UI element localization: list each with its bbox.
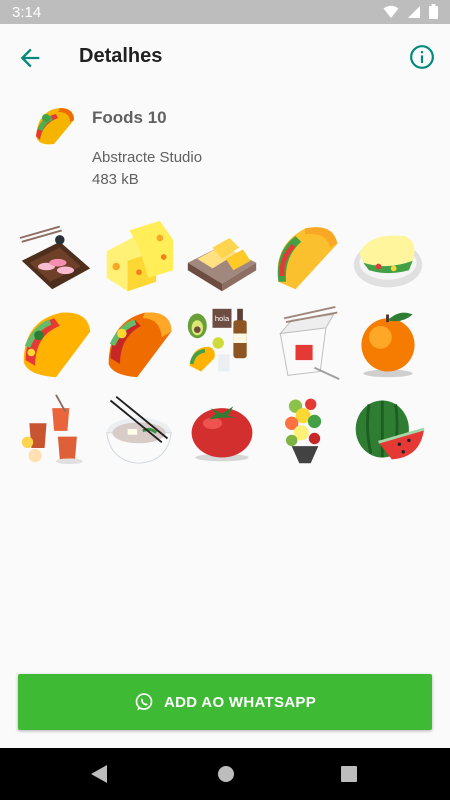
arrow-back-icon[interactable] (16, 44, 44, 72)
sticker-sushi-board[interactable] (17, 218, 95, 296)
sticker-food-bouquet[interactable] (266, 390, 344, 468)
app-bar: Detalhes (0, 24, 450, 88)
sticker-cheese-pieces[interactable] (100, 218, 178, 296)
taco-sticker-icon (36, 108, 74, 145)
sticker-tea-glasses[interactable] (17, 390, 95, 468)
add-button-label: ADD AO WHATSAPP (164, 693, 316, 711)
pack-header: Foods 10 Abstracte Studio 483 kB (0, 96, 450, 196)
nav-back-icon[interactable] (90, 764, 108, 784)
sticker-taco-decorated[interactable] (100, 304, 178, 382)
svg-text:hola: hola (215, 314, 230, 323)
sticker-orange[interactable] (349, 304, 427, 382)
sticker-tomato[interactable] (183, 390, 261, 468)
navigation-bar (0, 748, 450, 800)
nav-recents-icon[interactable] (341, 766, 357, 782)
sticker-mexican-food-collage[interactable]: hola (183, 304, 261, 382)
sticker-soup-bowl[interactable] (100, 390, 178, 468)
status-bar: 3:14 (0, 0, 450, 24)
nav-home-icon[interactable] (217, 765, 235, 783)
sticker-burrito-plate[interactable] (349, 218, 427, 296)
sticker-taco-large[interactable] (17, 304, 95, 382)
status-time: 3:14 (12, 4, 42, 21)
info-icon[interactable] (409, 44, 435, 70)
sticker-chinese-takeout-box[interactable] (266, 304, 344, 382)
signal-icon (408, 5, 420, 18)
whatsapp-icon (135, 693, 153, 711)
page-title: Detalhes (79, 45, 163, 67)
sticker-cheese-box[interactable] (183, 218, 261, 296)
add-to-whatsapp-button[interactable]: ADD AO WHATSAPP (18, 674, 432, 730)
sticker-taco[interactable] (266, 218, 344, 296)
sticker-grid: hola (17, 218, 433, 476)
pack-size: 483 kB (92, 171, 139, 188)
pack-publisher: Abstracte Studio (92, 149, 203, 166)
wifi-icon (383, 5, 399, 18)
pack-name: Foods 10 (92, 108, 167, 127)
battery-icon (429, 4, 438, 19)
sticker-watermelon[interactable] (349, 390, 427, 468)
